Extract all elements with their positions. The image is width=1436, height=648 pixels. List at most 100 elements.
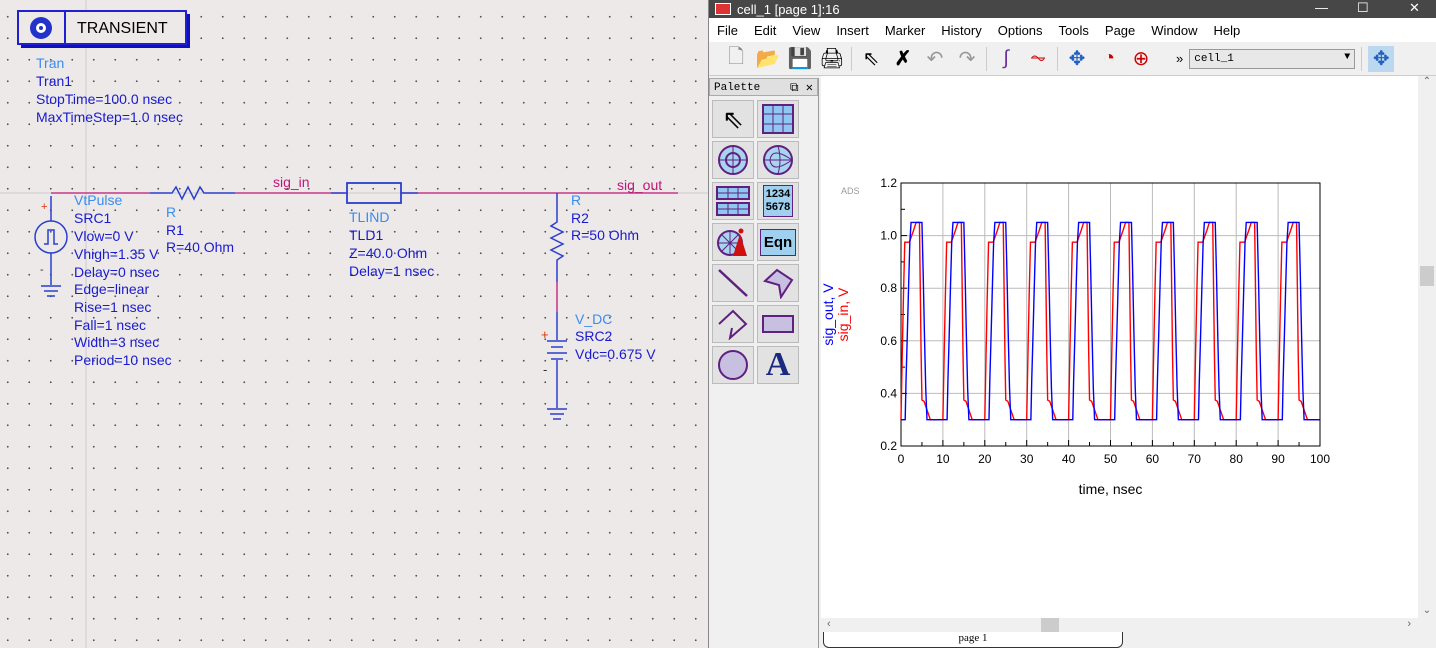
antenna-plot-icon [717,228,747,256]
transient-icon [30,17,52,39]
smith-chart-icon [763,145,793,175]
menu-page[interactable]: Page [1097,23,1143,38]
palette-stack[interactable]: 1234 5678 [757,182,799,220]
x-tick-label: 90 [1271,452,1285,466]
list-icon [716,186,750,216]
y-axis-label-1: sig_in, V [835,287,851,341]
palette-circle[interactable] [712,346,754,384]
open-icon[interactable]: 📂 [755,46,781,72]
net-label-sig-in: sig_in [273,174,310,190]
menu-marker[interactable]: Marker [877,23,933,38]
plot-icon[interactable]: ⏦ [1025,46,1051,72]
palette-polygon[interactable] [757,264,799,302]
palette-line[interactable] [712,264,754,302]
new-icon[interactable]: 🗋 [723,46,749,72]
close-button[interactable]: ✕ [1409,0,1420,16]
menu-help[interactable]: Help [1206,23,1249,38]
y-tick-label: 0.8 [880,281,897,295]
menu-view[interactable]: View [784,23,828,38]
cell-select-value: cell_1 [1194,52,1234,65]
x-tick-label: 80 [1230,452,1244,466]
grid-plot-icon [762,104,794,134]
src1-param: Vlow=0 V [74,228,134,244]
line-icon [718,269,748,297]
x-tick-label: 30 [1020,452,1034,466]
transient-controller[interactable]: TRANSIENT [17,10,190,48]
palette-polar-plot[interactable] [712,141,754,179]
transient-plot[interactable]: ADS 0 10 20 30 40 50 60 70 80 90 100 0.2 0.4 0.6 0.8 1.0… [820,76,1419,618]
scroll-down-icon[interactable]: ⌄ [1418,605,1436,616]
trace-icon[interactable]: ∫ [993,46,1019,72]
minus-sign: - [543,362,547,377]
schematic-drawing: TRANSIENT Tran Tran1 StopTime=100.0 nsec… [0,0,708,648]
src1-param: Rise=1 nsec [74,299,151,315]
zoom-icon[interactable]: ⊕ [1128,46,1154,72]
stack-icon: 1234 5678 [762,185,794,217]
menu-history[interactable]: History [933,23,989,38]
menu-file[interactable]: File [709,23,746,38]
toolbar-overflow-icon[interactable]: » [1176,51,1183,66]
palette-select[interactable]: ⇖ [712,100,754,138]
menu-window[interactable]: Window [1143,23,1205,38]
menu-insert[interactable]: Insert [828,23,877,38]
minimize-button[interactable]: — [1315,0,1328,15]
watermark: ADS [841,186,860,196]
palette-smith-chart[interactable] [757,141,799,179]
r1-param: R=40 Ohm [166,239,234,255]
save-icon[interactable]: 💾 [787,46,813,72]
print-icon[interactable]: 🖨 [819,46,845,72]
separator [1361,46,1363,71]
x-tick-label: 60 [1146,452,1160,466]
schematic-canvas[interactable]: TRANSIENT Tran Tran1 StopTime=100.0 nsec… [0,0,708,648]
menu-options[interactable]: Options [990,23,1051,38]
pan-icon[interactable]: ✥ [1064,46,1090,72]
fit-view-icon[interactable]: ✥ [1368,45,1395,72]
palette-text[interactable]: A [757,346,799,384]
polar-plot-icon [718,145,748,175]
plot-page[interactable]: ADS 0 10 20 30 40 50 60 70 80 90 100 0.2 0.4 0.6 0.8 1.0… [820,76,1419,618]
palette-equation[interactable]: Eqn [757,223,799,261]
y-tick-label: 0.6 [880,334,897,348]
select-icon[interactable]: ⇖ [858,46,884,72]
vdc-source[interactable] [547,312,567,420]
page-tab[interactable]: page 1 [823,632,1123,648]
scroll-thumb[interactable] [1420,266,1434,286]
window-title: cell_1 [page 1]:16 [737,1,840,17]
palette-antenna[interactable] [712,223,754,261]
rectangle-icon [762,315,794,333]
vtpulse-source[interactable] [34,196,68,297]
y-tick-label: 0.2 [880,439,897,453]
r2-name: R2 [571,210,589,226]
menu-tools[interactable]: Tools [1051,23,1097,38]
palette-rectangular-plot[interactable] [757,100,799,138]
x-tick-label: 0 [898,452,905,466]
data-display-window: cell_1 [page 1]:16 — ☐ ✕ File Edit View … [708,0,1436,648]
palette-polyline[interactable] [712,305,754,343]
separator [851,46,852,71]
scroll-up-icon[interactable]: ⌃ [1418,76,1436,87]
x-tick-label: 10 [936,452,950,466]
src1-param: Period=10 nsec [74,352,172,368]
src1-name: SRC1 [74,210,112,226]
r2-type: R [571,192,581,208]
float-close-icons[interactable]: ⧉ ✕ [790,80,813,95]
maximize-button[interactable]: ☐ [1357,0,1369,16]
undo-icon[interactable]: ↶ [922,46,948,72]
palette-rectangle[interactable] [757,305,799,343]
delete-icon[interactable]: ✗ [890,46,916,72]
zoom-box-icon[interactable]: ◔ [1096,46,1122,72]
redo-icon[interactable]: ↷ [954,46,980,72]
cell-select[interactable]: cell_1 ▼ [1189,48,1356,69]
scroll-left-icon[interactable]: ‹ [827,618,831,630]
vertical-scrollbar[interactable]: ⌃ ⌄ [1418,76,1436,618]
resistor-r2[interactable] [549,193,565,282]
r2-param: R=50 Ohm [571,227,639,243]
menu-edit[interactable]: Edit [746,23,784,38]
menu-bar: File Edit View Insert Marker History Opt… [709,18,1436,42]
src1-param: Fall=1 nsec [74,317,146,333]
palette-list[interactable] [712,182,754,220]
x-tick-label: 50 [1104,452,1118,466]
controller-param: MaxTimeStep=1.0 nsec [36,109,183,125]
scroll-right-icon[interactable]: › [1407,618,1411,630]
x-tick-label: 70 [1188,452,1202,466]
